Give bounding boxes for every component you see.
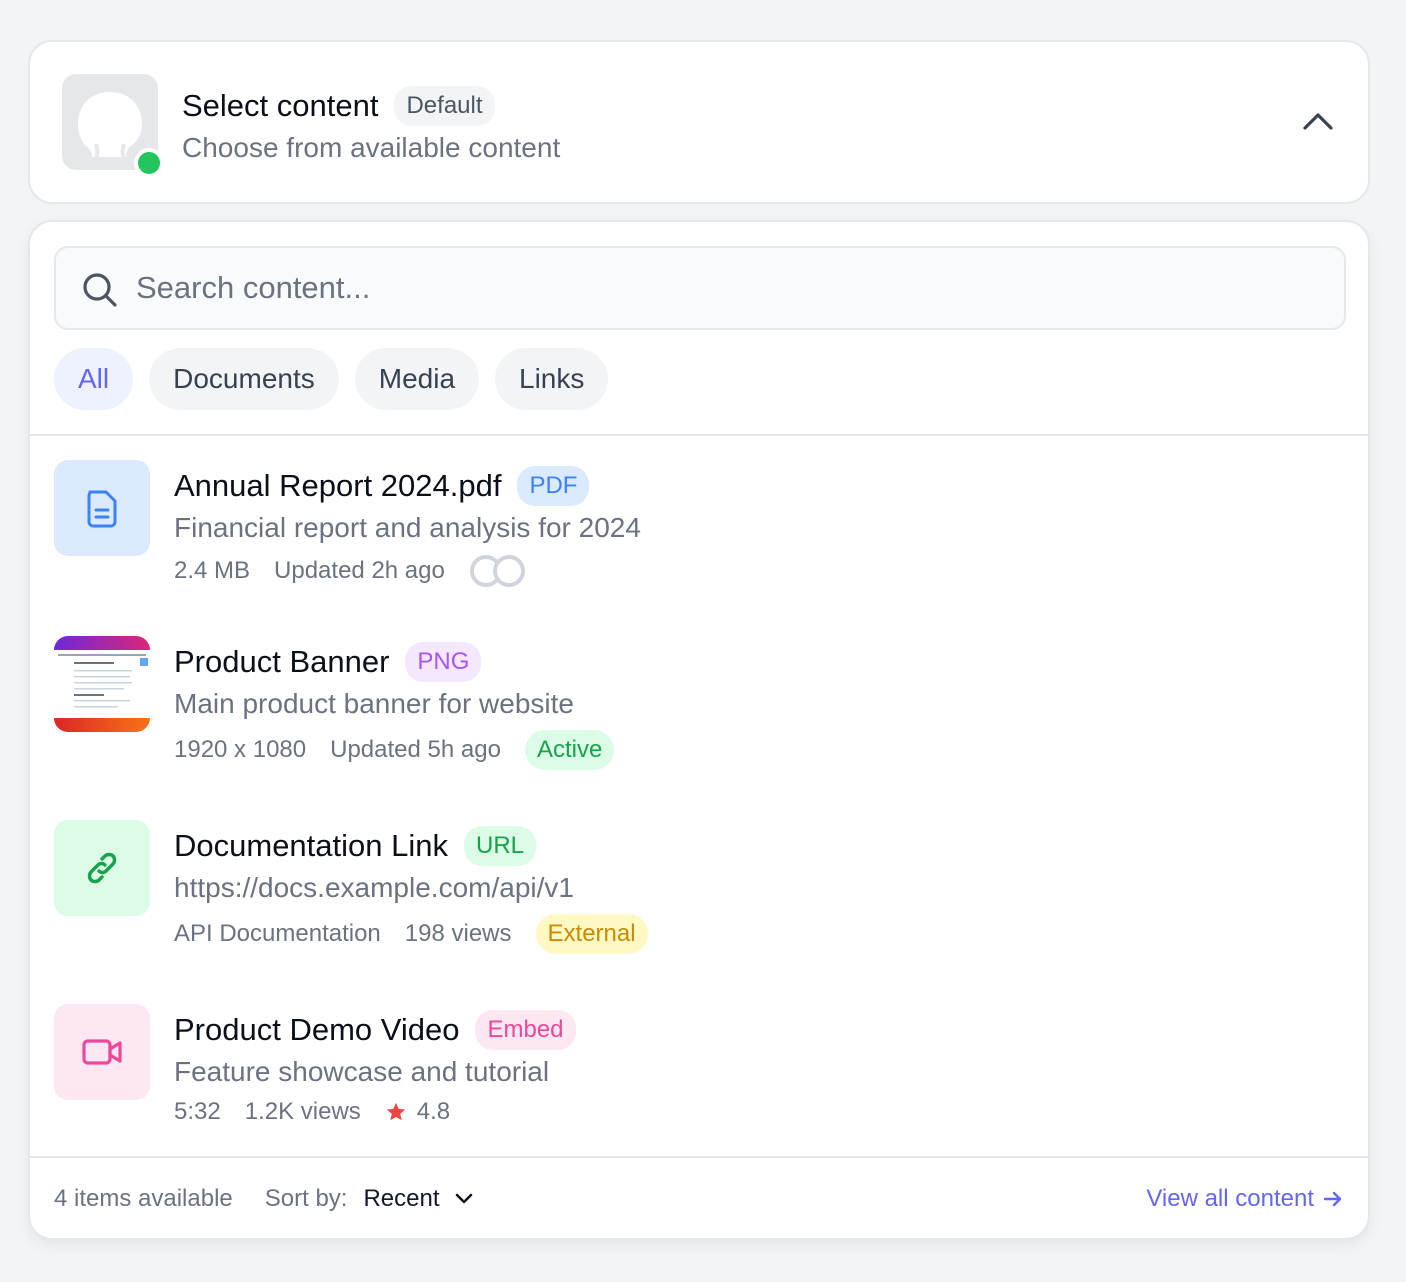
filter-all[interactable]: All bbox=[54, 348, 134, 410]
header-title: Select content bbox=[182, 88, 379, 123]
view-all-label: View all content bbox=[1146, 1185, 1314, 1212]
item-description: Feature showcase and tutorial bbox=[174, 1056, 550, 1087]
view-count: 198 views bbox=[404, 920, 512, 947]
list-footer: 4 items available Sort by: Recent View a… bbox=[54, 1158, 1344, 1238]
default-badge: Default bbox=[394, 86, 495, 126]
view-all-link[interactable]: View all content bbox=[1146, 1185, 1344, 1213]
updated-time: Updated 2h ago bbox=[274, 557, 445, 584]
sort-label: Sort by: bbox=[264, 1185, 348, 1212]
filter-chips: All Documents Media Links bbox=[54, 348, 609, 410]
list-item-documentation-link[interactable]: Documentation Link URL https://docs.exam… bbox=[54, 820, 1344, 980]
item-title: Product Demo Video bbox=[174, 1012, 460, 1047]
list-item-annual-report[interactable]: Annual Report 2024.pdf PDF Financial rep… bbox=[54, 460, 1344, 620]
item-title: Documentation Link bbox=[174, 828, 448, 863]
star-icon bbox=[386, 1102, 405, 1121]
link-icon bbox=[87, 852, 117, 884]
item-description: Main product banner for website bbox=[174, 688, 574, 719]
content-list-panel: All Documents Media Links Annual Report … bbox=[28, 220, 1370, 1240]
search-icon bbox=[83, 273, 117, 307]
collaborator-avatars-icon bbox=[469, 555, 525, 587]
image-thumbnail bbox=[54, 636, 150, 732]
sort-dropdown[interactable]: Recent bbox=[363, 1185, 473, 1213]
item-title: Product Banner bbox=[174, 644, 390, 679]
link-category: API Documentation bbox=[174, 920, 381, 947]
status-badge-external: External bbox=[535, 914, 648, 954]
type-badge-url: URL bbox=[464, 826, 537, 866]
chevron-up-icon bbox=[1303, 113, 1333, 130]
arrow-right-icon bbox=[1323, 1191, 1342, 1207]
item-title-row: Product Banner PNG bbox=[174, 642, 482, 682]
item-meta: 5:32 1.2K views 4.8 bbox=[174, 1098, 450, 1126]
sort-value: Recent bbox=[363, 1185, 440, 1212]
rating: 4.8 bbox=[385, 1098, 450, 1126]
document-thumb bbox=[54, 460, 150, 556]
online-status-dot bbox=[134, 148, 164, 178]
item-meta: API Documentation 198 views External bbox=[174, 914, 648, 954]
status-badge-active: Active bbox=[524, 730, 615, 770]
video-duration: 5:32 bbox=[174, 1098, 221, 1125]
content-selector-header[interactable]: Select content Default Choose from avail… bbox=[28, 40, 1370, 204]
filter-media[interactable]: Media bbox=[354, 348, 480, 410]
chevron-down-icon bbox=[455, 1193, 472, 1204]
header-title-row: Select content Default bbox=[182, 86, 495, 126]
item-count: 4 items available bbox=[54, 1185, 233, 1212]
search-box[interactable] bbox=[54, 246, 1346, 330]
link-thumb bbox=[54, 820, 150, 916]
item-title: Annual Report 2024.pdf bbox=[174, 468, 502, 503]
type-badge-embed: Embed bbox=[475, 1010, 576, 1050]
image-dimensions: 1920 x 1080 bbox=[174, 736, 307, 763]
list-item-product-banner[interactable]: Product Banner PNG Main product banner f… bbox=[54, 636, 1344, 796]
collapse-button[interactable] bbox=[1298, 104, 1338, 140]
item-title-row: Documentation Link URL bbox=[174, 826, 537, 866]
list-item-product-demo-video[interactable]: Product Demo Video Embed Feature showcas… bbox=[54, 1004, 1344, 1164]
document-icon bbox=[87, 490, 117, 528]
filter-links[interactable]: Links bbox=[495, 348, 609, 410]
banner-thumbnail bbox=[54, 636, 150, 732]
type-badge-pdf: PDF bbox=[517, 466, 590, 506]
video-thumb bbox=[54, 1004, 150, 1100]
search-input[interactable] bbox=[136, 262, 1316, 314]
item-description: https://docs.example.com/api/v1 bbox=[174, 872, 574, 903]
item-meta: 2.4 MB Updated 2h ago bbox=[174, 554, 529, 588]
filter-documents[interactable]: Documents bbox=[149, 348, 339, 410]
view-count: 1.2K views bbox=[244, 1098, 361, 1125]
item-description: Financial report and analysis for 2024 bbox=[174, 512, 641, 543]
item-meta: 1920 x 1080 Updated 5h ago Active bbox=[174, 730, 615, 770]
rating-value: 4.8 bbox=[416, 1098, 451, 1125]
video-icon bbox=[82, 1039, 122, 1065]
file-size: 2.4 MB bbox=[174, 557, 251, 584]
updated-time: Updated 5h ago bbox=[330, 736, 501, 763]
header-subtitle: Choose from available content bbox=[182, 132, 561, 163]
divider bbox=[30, 434, 1368, 436]
type-badge-png: PNG bbox=[405, 642, 482, 682]
item-title-row: Product Demo Video Embed bbox=[174, 1010, 576, 1050]
item-title-row: Annual Report 2024.pdf PDF bbox=[174, 466, 590, 506]
